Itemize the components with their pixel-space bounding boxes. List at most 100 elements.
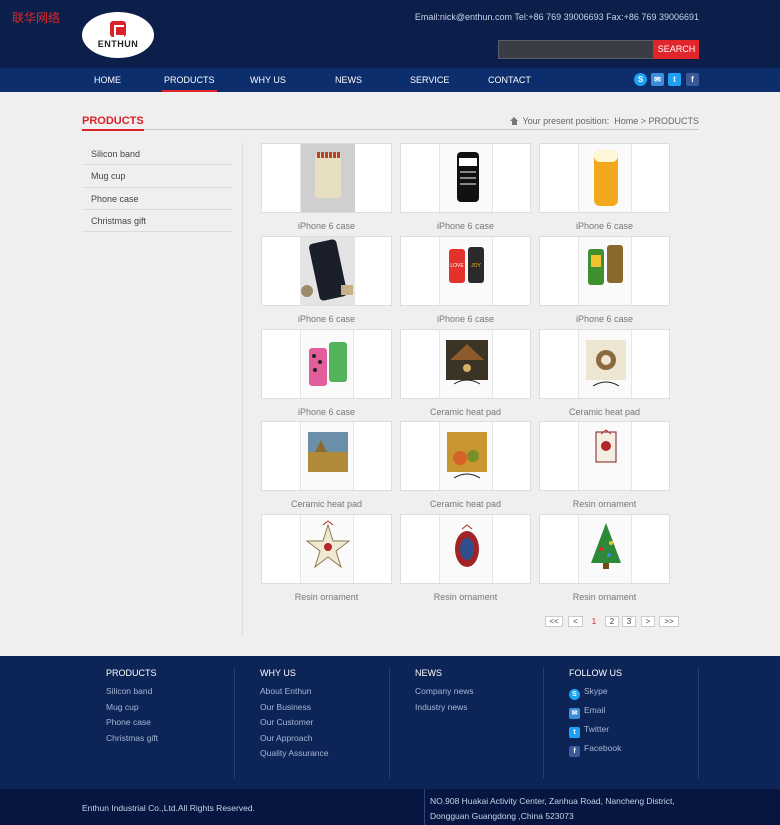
product-thumbnail[interactable] [400, 514, 531, 585]
footer-link[interactable]: About Enthun [260, 686, 329, 702]
pager-page-3[interactable]: 3 [622, 616, 636, 627]
nav-item-service[interactable]: SERVICE [410, 68, 449, 92]
product-image [299, 144, 355, 212]
pager-first[interactable]: << [545, 616, 563, 627]
product-card[interactable]: Resin ornament [539, 421, 670, 509]
product-label[interactable]: Resin ornament [539, 499, 670, 509]
product-card[interactable]: iPhone 6 case [539, 235, 670, 324]
product-label[interactable]: iPhone 6 case [400, 314, 531, 324]
footer-link[interactable]: Industry news [415, 702, 474, 718]
product-thumbnail[interactable] [261, 235, 392, 306]
product-thumbnail[interactable] [261, 514, 392, 585]
breadcrumb-path[interactable]: Home > PRODUCTS [614, 116, 699, 126]
pager-page-1[interactable]: 1 [587, 616, 601, 627]
nav-item-news[interactable]: NEWS [335, 68, 362, 92]
footer-link[interactable]: Silicon band [106, 686, 158, 702]
facebook-icon[interactable]: f [686, 73, 699, 86]
product-image [438, 422, 493, 491]
footer-col-news: NEWS Company news Industry news [415, 668, 474, 717]
pager-last[interactable]: >> [659, 616, 679, 627]
product-thumbnail[interactable] [400, 143, 531, 213]
product-thumbnail[interactable] [261, 421, 392, 492]
footer-social-facebook[interactable]: f Facebook [569, 743, 622, 762]
product-label[interactable]: iPhone 6 case [261, 314, 392, 324]
product-image: LOVE JOY [438, 236, 493, 305]
footer-social-skype[interactable]: S Skype [569, 686, 622, 705]
footer-link[interactable]: Phone case [106, 717, 158, 733]
product-card[interactable]: Ceramic heat pad [539, 328, 670, 417]
product-card[interactable]: LOVE JOY iPhone 6 case [400, 235, 531, 324]
product-label[interactable]: iPhone 6 case [539, 314, 670, 324]
nav-item-home[interactable]: HOME [94, 68, 121, 92]
product-thumbnail[interactable] [400, 421, 531, 492]
footer-link[interactable]: Our Approach [260, 733, 329, 749]
product-card[interactable]: iPhone 6 case [261, 143, 392, 231]
nav-item-products[interactable]: PRODUCTS [162, 68, 217, 92]
email-icon: ✉ [569, 708, 580, 719]
product-label[interactable]: Ceramic heat pad [400, 499, 531, 509]
product-label[interactable]: Ceramic heat pad [261, 499, 392, 509]
sidebar-item-mug-cup[interactable]: Mug cup [82, 165, 232, 188]
footer-link[interactable]: Quality Assurance [260, 748, 329, 764]
footer-social-twitter[interactable]: t Twitter [569, 724, 622, 743]
footer-divider [389, 668, 390, 778]
product-card[interactable]: Resin ornament [539, 514, 670, 602]
search-input[interactable] [498, 40, 654, 59]
product-label[interactable]: iPhone 6 case [400, 221, 531, 231]
svg-text:JOY: JOY [471, 263, 481, 269]
email-icon[interactable]: ✉ [651, 73, 664, 86]
product-thumbnail[interactable] [539, 421, 670, 492]
footer-divider [698, 668, 699, 778]
sidebar-item-phone-case[interactable]: Phone case [82, 188, 232, 210]
product-label[interactable]: Ceramic heat pad [539, 407, 670, 417]
title-divider [82, 129, 699, 130]
product-thumbnail[interactable] [539, 328, 670, 399]
pager-prev[interactable]: < [568, 616, 583, 627]
footer-social-label: Skype [584, 686, 608, 696]
nav-item-contact[interactable]: CONTACT [488, 68, 531, 92]
product-card[interactable]: iPhone 6 case [261, 328, 392, 417]
pager-next[interactable]: > [641, 616, 655, 627]
site-logo[interactable]: ENTHUN [82, 12, 154, 58]
product-image [438, 515, 493, 584]
footer-link[interactable]: Christmas gift [106, 733, 158, 749]
product-label[interactable]: iPhone 6 case [261, 407, 392, 417]
pager-page-2[interactable]: 2 [605, 616, 619, 627]
product-card[interactable]: iPhone 6 case [261, 235, 392, 324]
footer-divider [234, 668, 235, 778]
sidebar-item-silicon-band[interactable]: Silicon band [82, 143, 232, 166]
product-card[interactable]: iPhone 6 case [400, 143, 531, 231]
product-label[interactable]: iPhone 6 case [539, 221, 670, 231]
product-label[interactable]: Resin ornament [539, 592, 670, 602]
pagination: << < 1 2 3 > >> [0, 616, 780, 627]
footer-social-email[interactable]: ✉ Email [569, 705, 622, 724]
product-card[interactable]: Resin ornament [400, 514, 531, 602]
product-thumbnail[interactable]: LOVE JOY [400, 235, 531, 306]
product-thumbnail[interactable] [261, 328, 392, 399]
product-label[interactable]: Resin ornament [400, 592, 531, 602]
product-label[interactable]: iPhone 6 case [261, 221, 392, 231]
product-label[interactable]: Resin ornament [261, 592, 392, 602]
product-thumbnail[interactable] [539, 143, 670, 213]
product-card[interactable]: Resin ornament [261, 514, 392, 602]
nav-item-why-us[interactable]: WHY US [250, 68, 286, 92]
footer-link[interactable]: Company news [415, 686, 474, 702]
skype-icon[interactable]: S [634, 73, 647, 86]
title-accent-bar [82, 129, 144, 131]
search-button[interactable]: SEARCH [654, 40, 699, 59]
footer-link[interactable]: Our Business [260, 702, 329, 718]
product-thumbnail[interactable] [539, 235, 670, 306]
product-card[interactable]: Ceramic heat pad [400, 421, 531, 509]
footer-link[interactable]: Our Customer [260, 717, 329, 733]
product-thumbnail[interactable] [261, 143, 392, 213]
product-thumbnail[interactable] [400, 328, 531, 399]
product-card[interactable]: Ceramic heat pad [261, 421, 392, 509]
product-label[interactable]: Ceramic heat pad [400, 407, 531, 417]
twitter-icon[interactable]: t [668, 73, 681, 86]
product-thumbnail[interactable] [539, 514, 670, 585]
product-card[interactable]: iPhone 6 case [539, 143, 670, 231]
sidebar-item-christmas-gift[interactable]: Christmas gift [82, 210, 232, 233]
footer-link[interactable]: Mug cup [106, 702, 158, 718]
brand-cn-label: 联华网络 [12, 11, 61, 25]
product-card[interactable]: Ceramic heat pad [400, 328, 531, 417]
